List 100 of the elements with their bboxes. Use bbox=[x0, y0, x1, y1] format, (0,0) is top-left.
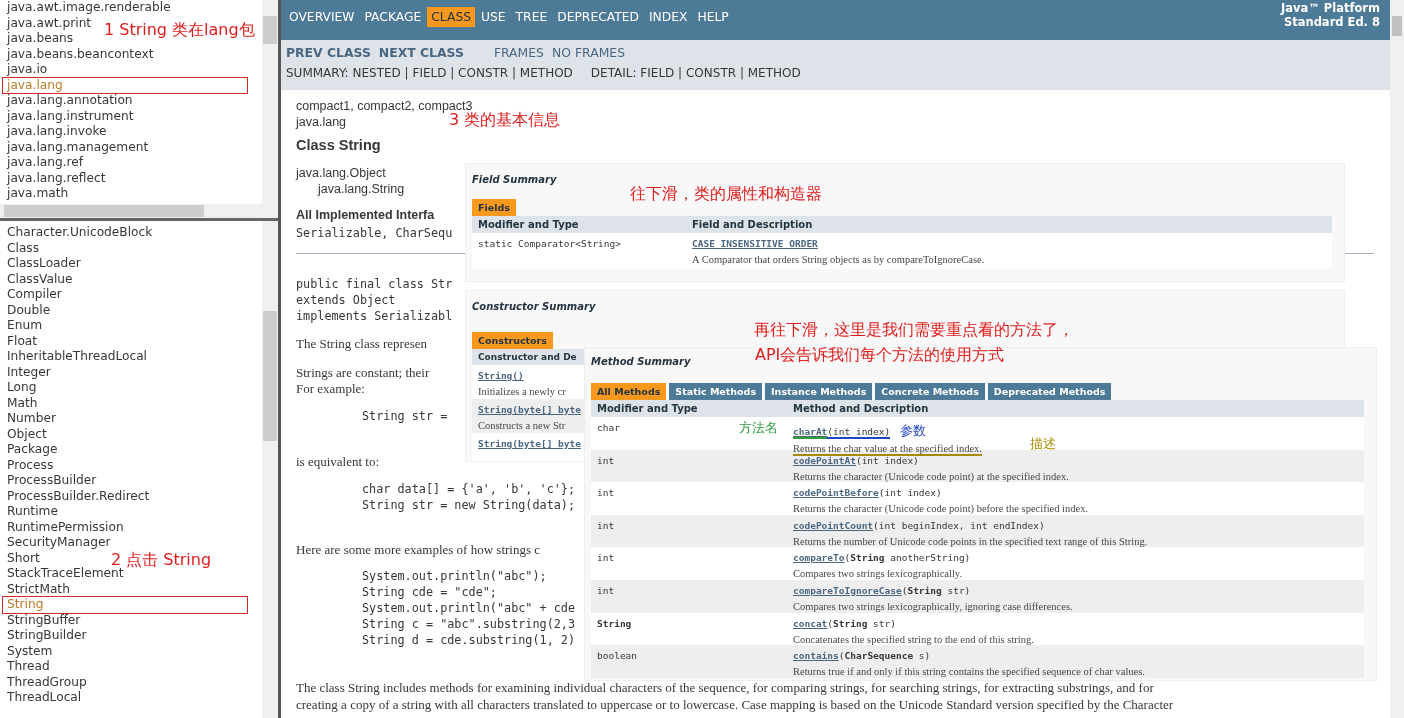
list-link[interactable]: StrictMath bbox=[2, 580, 71, 598]
scrollbar[interactable] bbox=[262, 221, 278, 718]
section-heading: All Implemented Interfa bbox=[296, 207, 435, 223]
list-link[interactable]: java.awt.print bbox=[2, 14, 93, 32]
method-parameters: (String anotherString) bbox=[844, 552, 971, 564]
table-tab[interactable]: Static Methods bbox=[669, 383, 763, 400]
field-link[interactable]: CASE_INSENSITIVE_ORDER bbox=[692, 238, 818, 251]
nav-link[interactable]: TREE bbox=[511, 7, 552, 27]
method-link[interactable]: charAt bbox=[793, 426, 828, 439]
constructor-link[interactable]: String() bbox=[478, 370, 524, 383]
list-link[interactable]: ProcessBuilder.Redirect bbox=[2, 487, 151, 505]
method-parameters: (CharSequence s) bbox=[838, 650, 931, 662]
list-link[interactable]: Integer bbox=[2, 363, 52, 381]
table-tab[interactable]: All Methods bbox=[591, 383, 667, 400]
list-link[interactable]: Short bbox=[2, 549, 41, 567]
method-link[interactable]: concat bbox=[793, 617, 828, 631]
list-link[interactable]: System bbox=[2, 642, 54, 660]
list-link[interactable]: java.lang.annotation bbox=[2, 92, 134, 110]
list-link[interactable]: Double bbox=[2, 301, 52, 319]
list-link[interactable]: java.lang bbox=[2, 76, 248, 94]
list-link[interactable]: java.lang.management bbox=[2, 138, 150, 156]
annotation-text: 往下滑，类的属性和构造器 bbox=[630, 184, 822, 204]
list-link[interactable]: Class bbox=[2, 239, 41, 257]
list-link[interactable]: StringBuilder bbox=[2, 627, 88, 645]
nav-link[interactable]: USE bbox=[477, 7, 510, 27]
list-link[interactable]: StringBuffer bbox=[2, 611, 82, 629]
class-link[interactable]: NEXT CLASS bbox=[378, 45, 464, 60]
method-link[interactable]: codePointCount bbox=[793, 519, 874, 533]
method-description: Compares two strings lexicographically, ignoring case differences. bbox=[793, 600, 1073, 614]
frames-link[interactable]: NO FRAMES bbox=[552, 45, 626, 60]
return-type: char bbox=[597, 422, 620, 433]
nav-link[interactable]: PACKAGE bbox=[360, 7, 426, 27]
list-link[interactable]: java.lang.ref bbox=[2, 154, 85, 172]
horizontal-scrollbar[interactable] bbox=[0, 204, 278, 218]
constructor-link[interactable]: String(byte[] byte bbox=[478, 438, 581, 451]
description-text: creating a copy of a string with all characters translated to uppercase or to lowercase. Case mapping is based on the Unicode Standard version specified by the Character bbox=[296, 696, 1174, 713]
constructor-link[interactable]: String(byte[] byte bbox=[478, 404, 581, 417]
list-link[interactable]: ThreadGroup bbox=[2, 673, 88, 691]
table-tab[interactable]: Concrete Methods bbox=[875, 383, 985, 400]
list-link[interactable]: SecurityManager bbox=[2, 534, 112, 552]
method-link[interactable]: codePointBefore bbox=[793, 487, 879, 501]
table-cell: static Comparator<String> bbox=[478, 238, 621, 249]
annotation-text: 1 String 类在lang包 bbox=[104, 20, 255, 40]
list-link[interactable]: java.awt.image.renderable bbox=[2, 0, 172, 17]
list-link[interactable]: java.lang.instrument bbox=[2, 107, 135, 125]
list-link[interactable]: java.lang.reflect bbox=[2, 169, 107, 187]
list-link[interactable]: java.beans bbox=[2, 30, 75, 48]
list-link[interactable]: java.math bbox=[2, 185, 70, 203]
nav-link[interactable]: HELP bbox=[693, 7, 733, 27]
method-link[interactable]: contains bbox=[793, 650, 839, 664]
list-link[interactable]: Character.UnicodeBlock bbox=[2, 224, 154, 242]
constructor-description: Initializes a newly cr bbox=[478, 386, 566, 399]
code-line: String str = bbox=[361, 408, 448, 424]
table-tab[interactable]: Instance Methods bbox=[765, 383, 873, 400]
list-link[interactable]: Enum bbox=[2, 317, 44, 335]
code-line: String d = cde.substring(1, 2) bbox=[361, 632, 576, 648]
hierarchy-text: java.lang.String bbox=[316, 181, 405, 197]
annotation-text: 参数 bbox=[900, 422, 927, 440]
table-tab[interactable]: Deprecated Methods bbox=[987, 383, 1112, 400]
table-tab[interactable]: Constructors bbox=[472, 332, 553, 349]
list-link[interactable]: ProcessBuilder bbox=[2, 472, 98, 490]
list-link[interactable]: InheritableThreadLocal bbox=[2, 348, 148, 366]
list-link[interactable]: Number bbox=[2, 410, 57, 428]
list-link[interactable]: ClassLoader bbox=[2, 255, 82, 273]
list-link[interactable]: Thread bbox=[2, 658, 51, 676]
platform-title: Standard Ed. 8 bbox=[1283, 15, 1380, 29]
nav-link[interactable]: DEPRECATED bbox=[553, 7, 643, 27]
nav-link[interactable]: INDEX bbox=[644, 7, 692, 27]
frames-link[interactable]: FRAMES bbox=[493, 45, 544, 60]
method-parameters: (String str) bbox=[901, 584, 971, 596]
list-link[interactable]: Math bbox=[2, 394, 39, 412]
column-header: Method and Description bbox=[793, 403, 929, 414]
nav-link[interactable]: CLASS bbox=[427, 7, 475, 27]
list-link[interactable]: Object bbox=[2, 425, 48, 443]
scrollbar[interactable] bbox=[1390, 0, 1404, 718]
class-link[interactable]: PREV CLASS bbox=[286, 45, 371, 60]
list-link[interactable]: Float bbox=[2, 332, 39, 350]
nav-link[interactable]: OVERVIEW bbox=[285, 7, 359, 27]
list-link[interactable]: Process bbox=[2, 456, 55, 474]
panel-title: Constructor Summary bbox=[472, 301, 596, 312]
method-link[interactable]: compareTo bbox=[793, 552, 845, 566]
list-link[interactable]: java.io bbox=[2, 61, 49, 79]
method-link[interactable]: codePointAt bbox=[793, 454, 856, 468]
list-link[interactable]: Long bbox=[2, 379, 38, 397]
scrollbar[interactable] bbox=[262, 0, 278, 204]
list-link[interactable]: java.lang.invoke bbox=[2, 123, 108, 141]
column-header: Field and Description bbox=[692, 219, 813, 230]
code-line: char data[] = {'a', 'b', 'c'}; bbox=[361, 481, 576, 497]
code-line: String cde = "cde"; bbox=[361, 584, 497, 600]
list-link[interactable]: ThreadLocal bbox=[2, 689, 83, 707]
table-tab[interactable]: Fields bbox=[472, 199, 516, 216]
method-link[interactable]: compareToIgnoreCase bbox=[793, 584, 902, 598]
description-text: For example: bbox=[296, 381, 365, 397]
list-link[interactable]: RuntimePermission bbox=[2, 518, 125, 536]
list-link[interactable]: Runtime bbox=[2, 503, 59, 521]
list-link[interactable]: Package bbox=[2, 441, 59, 459]
list-link[interactable]: java.beans.beancontext bbox=[2, 45, 155, 63]
list-link[interactable]: ClassValue bbox=[2, 270, 74, 288]
list-link[interactable]: Compiler bbox=[2, 286, 63, 304]
list-link[interactable]: String bbox=[2, 596, 248, 614]
